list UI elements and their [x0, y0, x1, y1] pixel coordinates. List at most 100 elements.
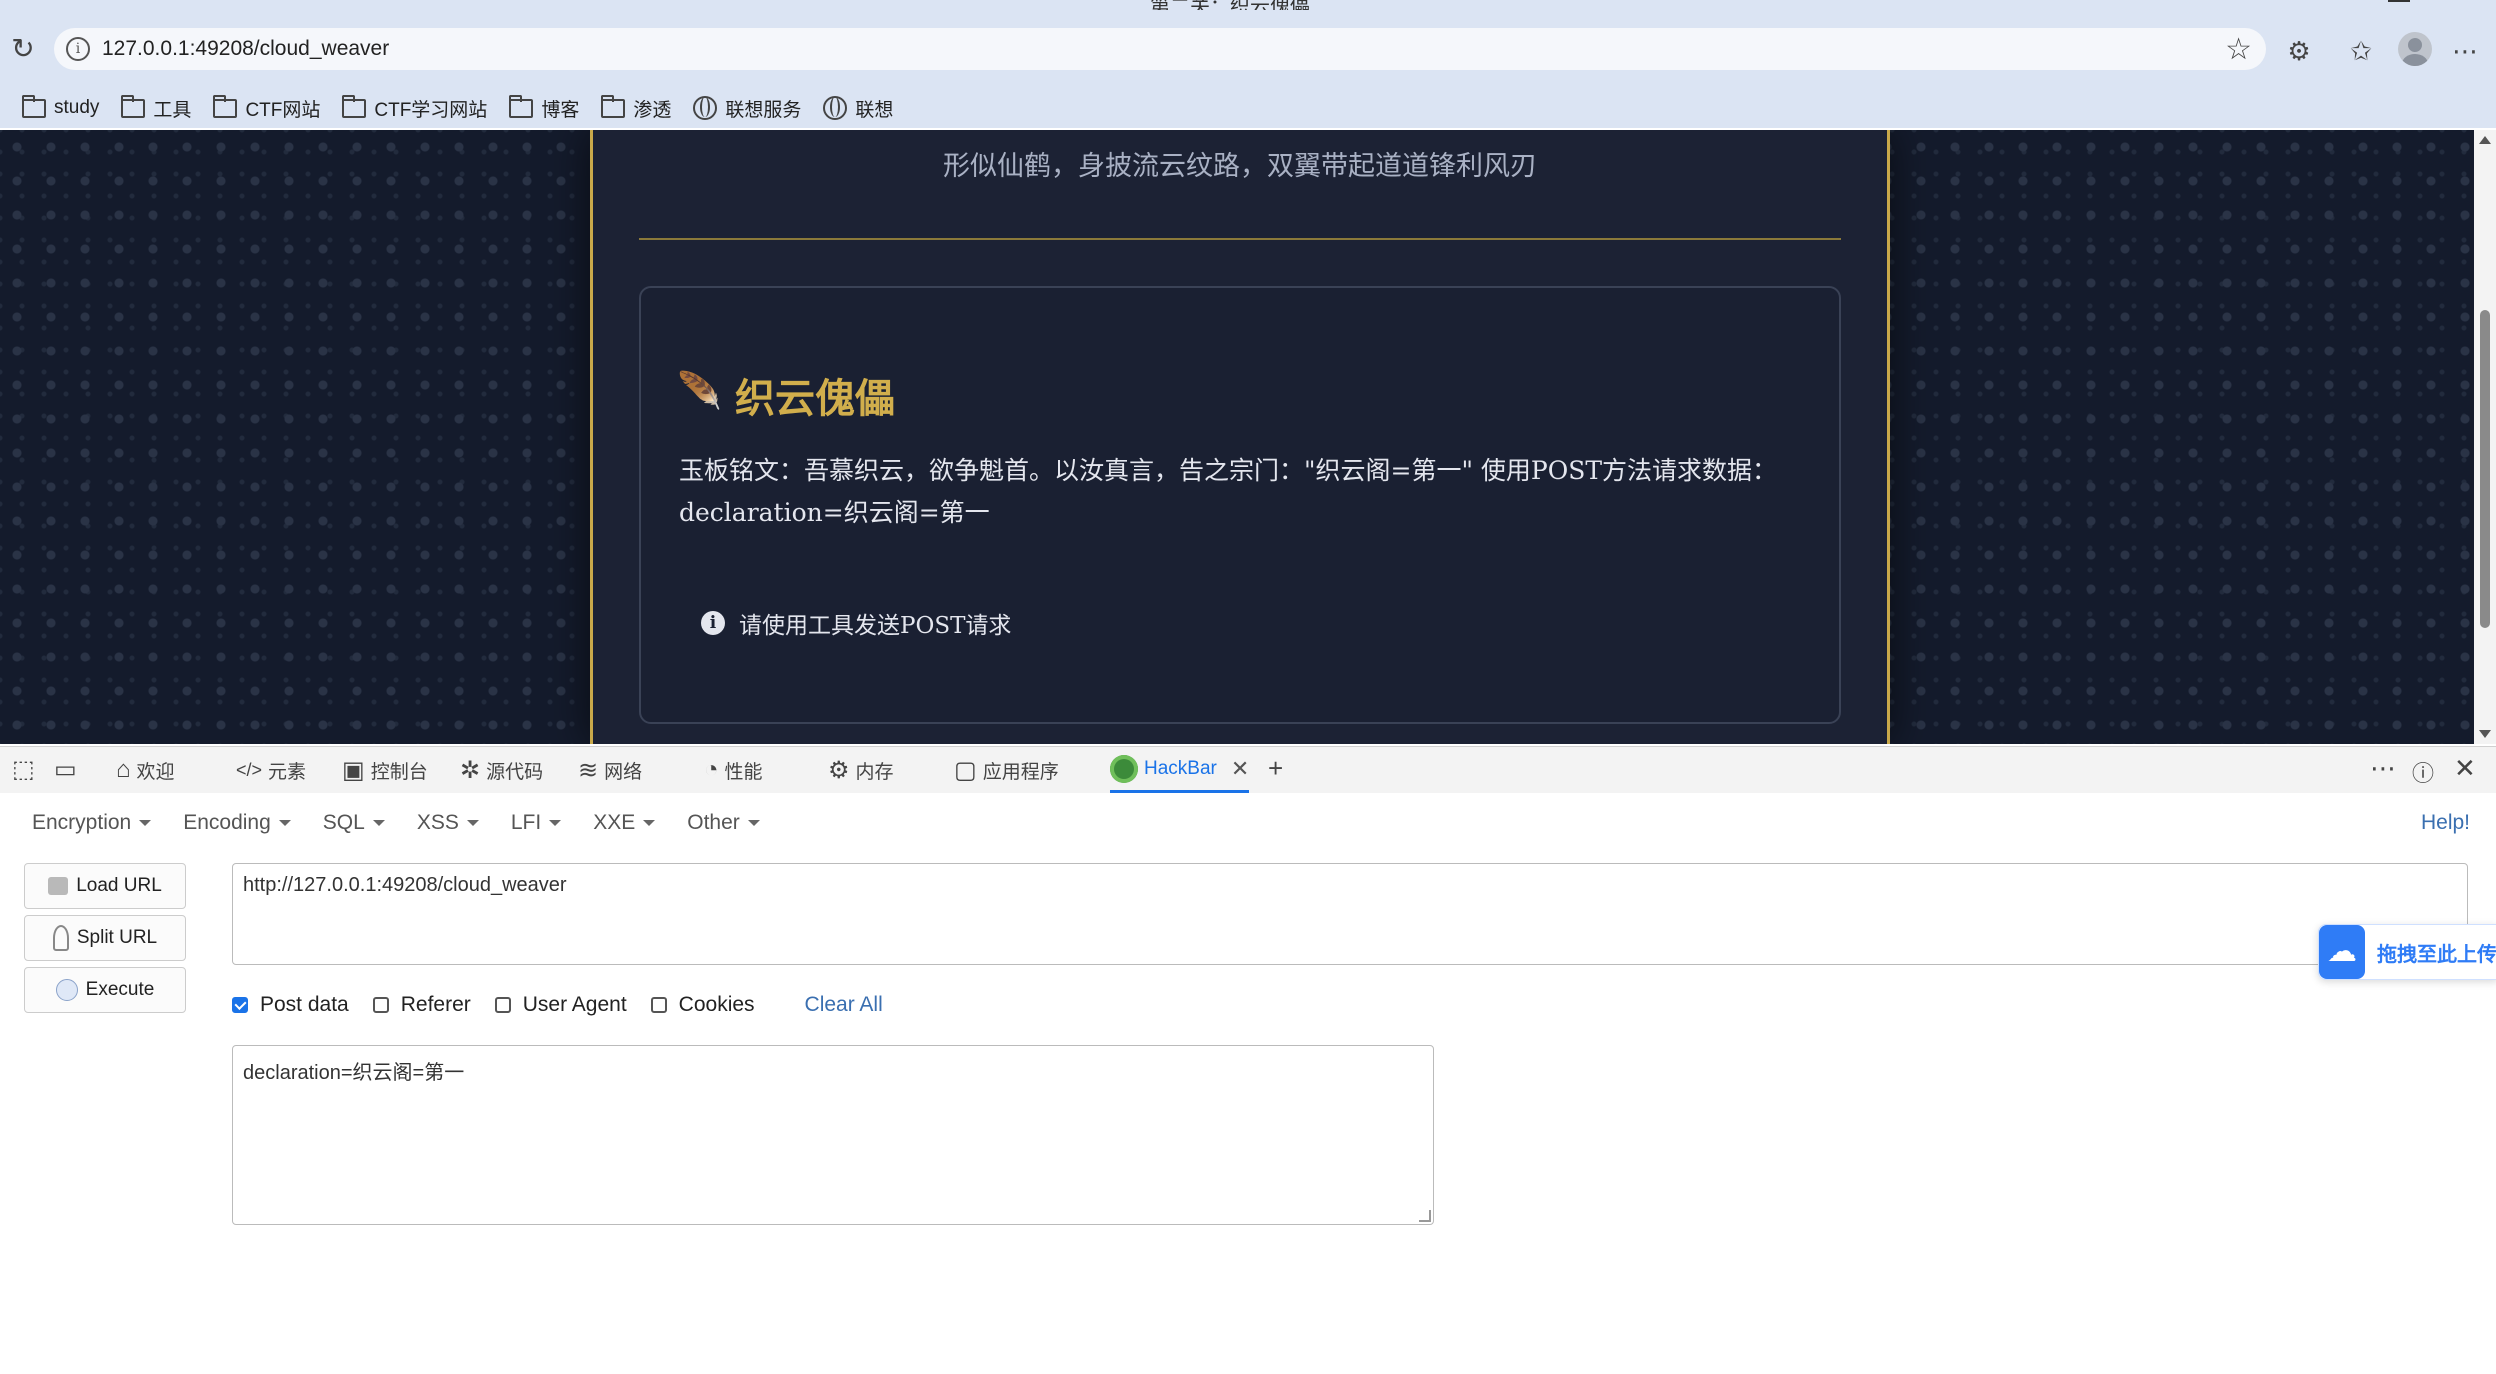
devtools-tab[interactable]: ◔ 性能 — [704, 747, 763, 793]
upload-widget[interactable]: ☁ 拖拽至此上传 — [2318, 924, 2496, 980]
menu-label: XXE — [593, 811, 636, 834]
extensions-icon[interactable]: ⚙ — [2282, 34, 2316, 68]
devtools-tab[interactable]: ⚙ 内存 — [828, 747, 894, 793]
scroll-thumb[interactable] — [2480, 310, 2490, 628]
close-devtools-icon[interactable]: ✕ — [2454, 753, 2476, 784]
site-info-icon[interactable]: i — [66, 37, 90, 61]
devtools-more-icon[interactable]: ⋯ — [2370, 753, 2396, 784]
bookmark-item[interactable]: 渗透 — [601, 94, 671, 122]
cookies-option[interactable]: Cookies — [650, 993, 755, 1017]
hackbar-menu-item[interactable]: Other — [687, 811, 760, 835]
reload-icon[interactable]: ↻ — [8, 34, 38, 64]
bookmark-item[interactable]: study — [22, 94, 100, 119]
devtools-tab-label: 控制台 — [370, 761, 428, 783]
gold-divider — [639, 238, 1841, 240]
profile-avatar[interactable] — [2398, 32, 2432, 66]
window-title: 第二关：织云傀儡 — [1150, 0, 1310, 10]
caret-down-icon — [466, 820, 479, 826]
post-data-textarea[interactable]: declaration=织云阁=第一 — [232, 1045, 1434, 1225]
caret-down-icon — [139, 820, 152, 826]
bookmark-item[interactable]: CTF网站 — [213, 94, 320, 122]
scroll-down-icon[interactable] — [2479, 730, 2491, 738]
menu-label: LFI — [510, 811, 542, 834]
devtools-tab-label: 内存 — [855, 761, 894, 783]
caret-down-icon — [747, 820, 760, 826]
devtools-tab-label: 应用程序 — [982, 761, 1059, 783]
device-toggle-icon[interactable]: ▭ — [54, 755, 77, 784]
bookmark-item[interactable]: 联想 — [823, 95, 893, 122]
hackbar-menu-item[interactable]: LFI — [510, 811, 562, 835]
devtools-tab-label: 网络 — [604, 761, 643, 783]
page-viewport: 形似仙鹤，身披流云纹路，双翼带起道道锋利风刃 🪶 织云傀儡 玉板铭文：吾慕织云，… — [0, 130, 2496, 744]
devtools-tab[interactable]: ⌂ 欢迎 — [116, 747, 175, 793]
hackbar-menu-item[interactable]: Encryption — [32, 811, 152, 835]
user-agent-checkbox[interactable] — [494, 997, 511, 1013]
hackbar-menu-item[interactable]: Encoding — [183, 811, 291, 835]
menu-label: XSS — [416, 811, 459, 834]
address-bar[interactable]: i 127.0.0.1:49208/cloud_weaver ☆ — [54, 28, 2266, 70]
hackbar-menu-item[interactable]: XSS — [417, 811, 479, 835]
scroll-up-icon[interactable] — [2479, 136, 2491, 144]
devtools-tab[interactable]: ▣ 控制台 — [342, 747, 428, 793]
inspect-icon[interactable]: ⬚ — [12, 755, 35, 784]
devtools-tab-label: 元素 — [268, 761, 307, 783]
menu-label: Other — [687, 811, 740, 834]
minimize-icon[interactable] — [2388, 0, 2410, 2]
devtools-tab-label: HackBar — [1144, 757, 1217, 779]
globe-icon — [693, 96, 718, 120]
devtools-tab[interactable]: ✲ 源代码 — [460, 747, 543, 793]
caret-down-icon — [643, 820, 656, 826]
help-circle-icon[interactable]: ⓘ — [2412, 756, 2434, 788]
feather-icon: 🪶 — [677, 370, 722, 411]
url-textarea[interactable]: http://127.0.0.1:49208/cloud_weaver — [232, 863, 2468, 965]
bookmark-item[interactable]: CTF学习网站 — [342, 94, 488, 122]
execute-button[interactable]: Execute — [24, 967, 186, 1013]
load-url-label: Load URL — [76, 875, 162, 896]
bookmark-label: CTF学习网站 — [374, 99, 488, 121]
folder-icon — [601, 94, 626, 118]
devtools-tab[interactable]: </> 元素 — [236, 747, 306, 793]
resize-handle[interactable] — [1419, 1210, 1431, 1222]
page-subtitle: 形似仙鹤，身披流云纹路，双翼带起道道锋利风刃 — [943, 151, 1537, 182]
hackbar-menu-item[interactable]: SQL — [323, 811, 385, 835]
bookmark-item[interactable]: 工具 — [121, 94, 192, 122]
play-icon — [55, 979, 78, 1001]
favorite-star-icon[interactable]: ☆ — [2225, 32, 2252, 67]
user-agent-option[interactable]: User Agent — [494, 993, 627, 1017]
load-url-button[interactable]: Load URL — [24, 863, 186, 909]
devtools-tab[interactable]: ▢ 应用程序 — [954, 747, 1059, 793]
caret-down-icon — [549, 820, 562, 826]
devtools-tab-label: 性能 — [724, 761, 763, 783]
cookies-checkbox[interactable] — [650, 997, 667, 1013]
hint-line: i 请使用工具发送POST请求 — [701, 606, 1011, 640]
referer-option[interactable]: Referer — [372, 993, 471, 1017]
bookmark-item[interactable]: 联想服务 — [693, 95, 801, 122]
app-icon: ▢ — [954, 756, 977, 784]
favorites-icon[interactable]: ✩ — [2344, 34, 2378, 68]
devtools-tab[interactable]: ≋ 网络 — [578, 747, 642, 793]
hackbar-options: Post data Referer User Agent Cookies Cle… — [232, 993, 883, 1017]
bookmark-label: 工具 — [153, 99, 192, 121]
post-data-checkbox[interactable] — [232, 997, 248, 1013]
hackbar-panel: Encryption Encoding SQL XSS LFI XXE Other Help… — [0, 793, 2496, 1374]
split-url-button[interactable]: Split URL — [24, 915, 186, 961]
referer-checkbox[interactable] — [372, 997, 389, 1013]
new-tab-plus-icon[interactable]: + — [1268, 753, 1283, 784]
devtools-tab[interactable]: HackBar ✕ — [1110, 747, 1250, 793]
user-agent-label: User Agent — [522, 993, 627, 1016]
bookmark-item[interactable]: 博客 — [509, 94, 579, 122]
post-data-option[interactable]: Post data — [232, 993, 349, 1017]
caret-down-icon — [372, 820, 385, 826]
clear-all-link[interactable]: Clear All — [805, 993, 883, 1017]
code-icon: </> — [236, 759, 263, 780]
bookmark-label: study — [54, 97, 100, 118]
close-tab-icon[interactable]: ✕ — [1231, 756, 1249, 782]
hackbar-menu-item[interactable]: XXE — [593, 811, 656, 835]
address-url[interactable]: 127.0.0.1:49208/cloud_weaver — [102, 37, 389, 61]
more-menu-icon[interactable]: ⋯ — [2448, 34, 2482, 68]
menu-label: Encryption — [32, 811, 132, 834]
help-link[interactable]: Help! — [2421, 811, 2470, 835]
folder-icon — [342, 94, 367, 118]
window-titlebar: 第二关：织云傀儡 — [0, 0, 2496, 10]
page-scrollbar[interactable] — [2474, 130, 2496, 744]
